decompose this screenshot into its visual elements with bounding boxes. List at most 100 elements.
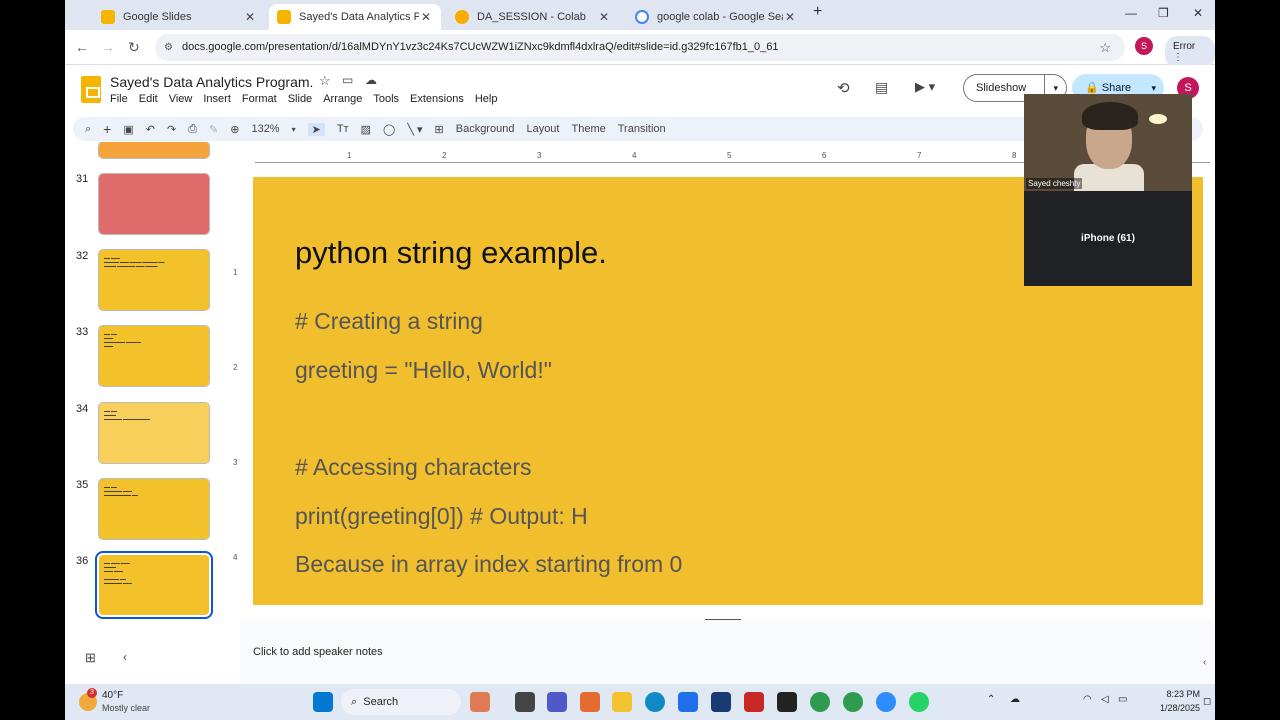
slide-body-line[interactable]: greeting = "Hello, World!" <box>295 357 552 384</box>
slide-thumbnail-34[interactable]: ▬▬ ▬▬ ▬▬▬▬ ▬▬▬▬▬▬ ▬▬▬▬▬▬▬▬▬ <box>98 402 210 464</box>
zoom-dropdown-icon[interactable]: ▾ <box>292 125 296 134</box>
comments-icon[interactable]: ▤ <box>875 79 888 96</box>
edge-icon[interactable] <box>645 692 665 712</box>
menu-view[interactable]: View <box>169 93 193 105</box>
whatsapp-icon[interactable] <box>909 692 929 712</box>
tab-google-slides[interactable]: Google Slides ✕ <box>93 4 265 30</box>
chrome-profile-icon[interactable] <box>843 692 863 712</box>
slide-thumbnail-36[interactable]: ▬▬ ▬▬▬ ▬▬▬ ▬▬▬▬ ▬▬▬ ▬▬▬ ▬▬▬▬▬ ▬▬ ▬▬▬▬▬▬ ▬▬▬ <box>95 551 213 619</box>
speaker-notes-placeholder[interactable]: Click to add speaker notes <box>253 646 383 658</box>
menu-edit[interactable]: Edit <box>139 93 158 105</box>
task-view-icon[interactable] <box>515 692 535 712</box>
speaker-notes-area[interactable] <box>240 620 1215 684</box>
search-menus-icon[interactable]: ⌕ <box>85 123 91 136</box>
tab-google-search[interactable]: google colab - Google Search ✕ <box>627 4 805 30</box>
teams-icon[interactable] <box>547 692 567 712</box>
print-icon[interactable]: ⎙ <box>188 123 197 136</box>
file-explorer-icon[interactable] <box>612 692 632 712</box>
forward-icon[interactable]: → <box>101 39 115 55</box>
widgets-icon[interactable] <box>470 692 490 712</box>
zoom-icon[interactable]: ⊕ <box>230 123 239 136</box>
tray-overflow-icon[interactable]: ⌃ <box>987 694 995 705</box>
transition-button[interactable]: Transition <box>618 123 666 135</box>
menu-insert[interactable]: Insert <box>203 93 231 105</box>
redo-icon[interactable]: ↷ <box>167 123 176 136</box>
close-tab-icon[interactable]: ✕ <box>597 10 611 24</box>
l-app-icon[interactable] <box>711 692 731 712</box>
meet-icon[interactable]: ▶ ▾ <box>915 79 935 95</box>
url-field[interactable]: ⚙ docs.google.com/presentation/d/16alMDY… <box>155 34 1125 61</box>
layout-button[interactable]: Layout <box>526 123 559 135</box>
tab-colab[interactable]: DA_SESSION - Colab ✕ <box>447 4 619 30</box>
dropbox-icon[interactable] <box>777 692 797 712</box>
shape-icon[interactable]: ◯ <box>383 123 395 136</box>
slide-thumbnail-31[interactable] <box>98 173 210 235</box>
slide-thumbnail-35[interactable]: ▬▬ ▬▬ ▬▬▬▬▬▬ ▬▬▬ ▬▬▬▬▬▬▬▬▬ ▬▬ <box>98 478 210 540</box>
close-tab-icon[interactable]: ✕ <box>783 10 797 24</box>
new-tab-button[interactable]: + <box>813 3 822 21</box>
maximize-button[interactable]: ❐ <box>1158 6 1169 20</box>
minimize-button[interactable]: — <box>1125 6 1137 20</box>
menu-help[interactable]: Help <box>475 93 498 105</box>
slides-logo-icon[interactable] <box>81 76 101 103</box>
slide-body-line[interactable]: print(greeting[0]) # Output: H <box>295 503 588 530</box>
star-icon[interactable]: ☆ <box>319 73 331 89</box>
line-icon[interactable]: ╲ ▾ <box>407 123 422 136</box>
doc-title[interactable]: Sayed's Data Analytics Program. <box>110 74 313 90</box>
mcafee-icon[interactable] <box>744 692 764 712</box>
menu-tools[interactable]: Tools <box>373 93 399 105</box>
wifi-icon[interactable]: ◠ <box>1083 694 1092 705</box>
slide-body-line[interactable]: # Creating a string <box>295 308 483 335</box>
comment-add-icon[interactable]: ⊞ <box>435 123 444 136</box>
close-tab-icon[interactable]: ✕ <box>243 10 257 24</box>
layout-icon[interactable]: ▣ <box>123 123 133 136</box>
move-folder-icon[interactable]: ▭ <box>342 73 353 87</box>
volume-icon[interactable]: ◁ <box>1101 694 1109 705</box>
notification-icon[interactable]: ◻ <box>1203 696 1211 707</box>
undo-icon[interactable]: ↶ <box>146 123 155 136</box>
windows-start-icon[interactable] <box>313 692 333 712</box>
chrome-icon[interactable] <box>810 692 830 712</box>
menu-format[interactable]: Format <box>242 93 277 105</box>
windows-taskbar: 3 40°F Mostly clear ⌕ Search ⌃ ☁ ◠ ◁ ▭ 8… <box>65 684 1215 720</box>
theme-button[interactable]: Theme <box>571 123 605 135</box>
bookmark-star-icon[interactable]: ☆ <box>1099 34 1111 61</box>
copilot-icon[interactable] <box>580 692 600 712</box>
menu-arrange[interactable]: Arrange <box>323 93 362 105</box>
cloud-tray-icon[interactable]: ☁ <box>1010 694 1020 705</box>
slide-thumbnail-30[interactable] <box>98 142 210 159</box>
browser-window: Google Slides ✕ Sayed's Data Analytics P… <box>65 0 1215 720</box>
text-box-icon[interactable]: Tт <box>337 123 349 135</box>
version-history-icon[interactable]: ⟲ <box>837 79 850 97</box>
cloud-status-icon[interactable]: ☁ <box>365 73 377 87</box>
site-info-icon[interactable]: ⚙ <box>164 34 173 61</box>
profile-avatar[interactable]: S <box>1135 37 1153 55</box>
slide-thumbnail-32[interactable]: ▬▬ ▬▬▬ ▬▬▬▬▬ ▬▬▬ ▬▬▬▬ ▬▬▬▬▬ ▬▬ ▬▬▬▬ ▬▬▬▬▬▬… <box>98 249 210 311</box>
close-tab-icon[interactable]: ✕ <box>419 10 433 24</box>
image-icon[interactable]: ▨ <box>361 123 371 136</box>
taskbar-search[interactable]: ⌕ Search <box>341 689 461 715</box>
new-slide-icon[interactable]: + <box>103 121 111 137</box>
background-button[interactable]: Background <box>456 123 515 135</box>
grid-view-icon[interactable]: ⊞ <box>85 650 96 666</box>
menu-extensions[interactable]: Extensions <box>410 93 464 105</box>
zoom-icon[interactable] <box>876 692 896 712</box>
slide-body-line[interactable]: # Accessing characters <box>295 454 532 481</box>
slide-body-line[interactable]: Because in array index starting from 0 <box>295 551 682 578</box>
close-window-button[interactable]: ✕ <box>1193 6 1203 20</box>
store-icon[interactable] <box>678 692 698 712</box>
paint-format-icon[interactable]: ✎ <box>209 123 218 136</box>
battery-icon[interactable]: ▭ <box>1118 694 1127 705</box>
menu-file[interactable]: File <box>110 93 128 105</box>
reload-icon[interactable]: ↻ <box>128 39 140 56</box>
tab-data-analytics[interactable]: Sayed's Data Analytics Program ✕ <box>269 4 441 30</box>
slide-thumbnail-33[interactable]: ▬▬ ▬▬ ▬▬▬ ▬▬▬▬▬▬▬ ▬▬▬▬▬ ▬▬▬ <box>98 325 210 387</box>
side-panel-toggle-icon[interactable]: ‹ <box>1203 657 1206 668</box>
back-icon[interactable]: ← <box>75 39 89 55</box>
zoom-select[interactable]: 132% <box>251 123 279 135</box>
error-button[interactable]: Error ⋮ <box>1165 36 1215 68</box>
slide-title[interactable]: python string example. <box>295 235 607 271</box>
menu-slide[interactable]: Slide <box>288 93 312 105</box>
select-tool-icon[interactable]: ➤ <box>307 122 325 136</box>
collapse-panel-icon[interactable]: ‹ <box>123 650 127 664</box>
